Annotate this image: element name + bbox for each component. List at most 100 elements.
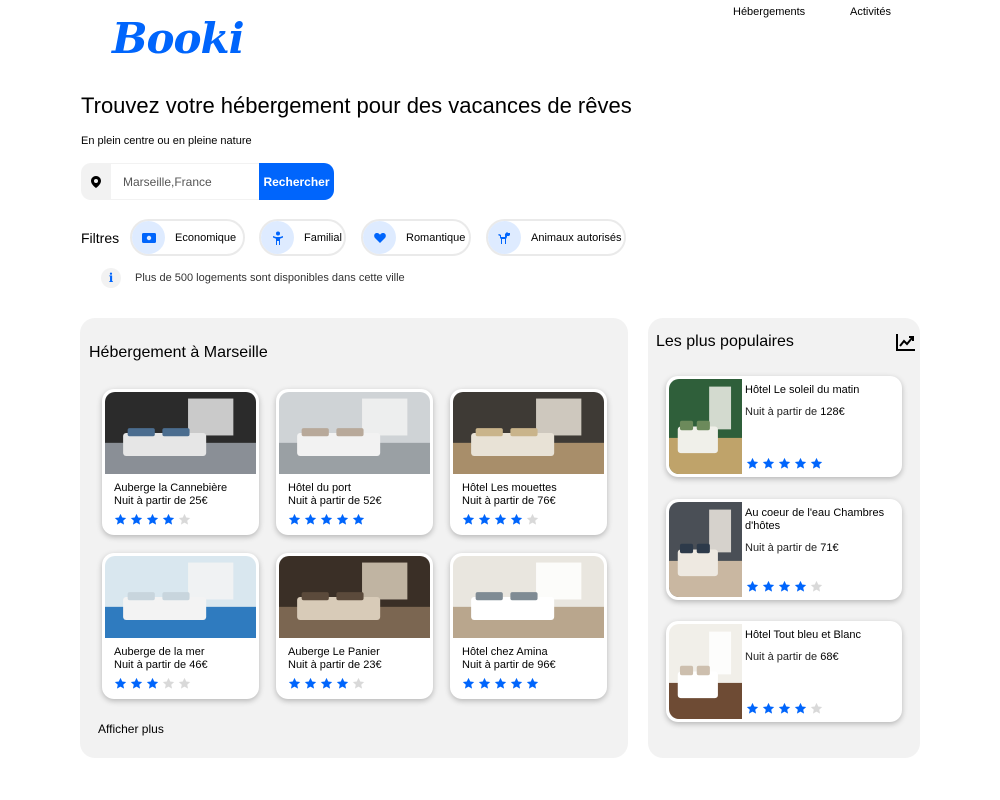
- star-filled-icon: [778, 702, 791, 714]
- filter-romantique[interactable]: Romantique: [361, 219, 471, 256]
- star-filled-icon: [146, 677, 159, 689]
- star-filled-icon: [510, 513, 523, 525]
- star-filled-icon: [304, 677, 317, 689]
- price-prefix: Nuit à partir de: [288, 659, 361, 671]
- star-empty-icon: [810, 702, 823, 714]
- star-filled-icon: [288, 513, 301, 525]
- star-empty-icon: [162, 677, 175, 689]
- popular-price: Nuit à partir de 128€: [745, 406, 845, 418]
- listing-card[interactable]: Hôtel chez Amina Nuit à partir de 96€: [450, 553, 607, 699]
- heart-icon: [363, 221, 396, 254]
- star-filled-icon: [478, 513, 491, 525]
- star-filled-icon: [510, 677, 523, 689]
- filter-familial[interactable]: Familial: [259, 219, 346, 256]
- price-prefix: Nuit à partir de: [114, 495, 187, 507]
- star-filled-icon: [130, 677, 143, 689]
- child-icon: [261, 221, 294, 254]
- money-icon: [132, 221, 165, 254]
- listing-card[interactable]: Auberge de la mer Nuit à partir de 46€: [102, 553, 259, 699]
- price-prefix: Nuit à partir de: [745, 651, 818, 663]
- nav-link-activites[interactable]: Activités: [850, 6, 891, 18]
- rating-stars: [746, 457, 823, 470]
- listing-name: Hôtel chez Amina: [462, 646, 548, 658]
- star-empty-icon: [178, 513, 191, 525]
- star-filled-icon: [746, 702, 759, 714]
- star-filled-icon: [778, 580, 791, 592]
- listing-price: Nuit à partir de 23€: [288, 659, 382, 671]
- popular-card[interactable]: Hôtel Tout bleu et Blanc Nuit à partir de…: [666, 621, 902, 722]
- listing-card[interactable]: Hôtel du port Nuit à partir de 52€: [276, 389, 433, 535]
- price-prefix: Nuit à partir de: [745, 406, 818, 418]
- availability-text: Plus de 500 logements sont disponibles d…: [135, 272, 405, 284]
- popular-name: Hôtel Tout bleu et Blanc: [745, 629, 861, 641]
- price-value: 71€: [820, 542, 839, 554]
- star-filled-icon: [478, 677, 491, 689]
- price-value: 96€: [537, 659, 556, 671]
- listing-card[interactable]: Auberge Le Panier Nuit à partir de 23€: [276, 553, 433, 699]
- filter-animaux[interactable]: Animaux autorisés: [486, 219, 626, 256]
- star-filled-icon: [320, 677, 333, 689]
- price-prefix: Nuit à partir de: [462, 495, 535, 507]
- star-filled-icon: [526, 677, 539, 689]
- search-input[interactable]: Marseille,France: [111, 163, 259, 200]
- listing-photo: [279, 392, 430, 474]
- rating-stars: [288, 513, 365, 526]
- listing-photo: [105, 392, 256, 474]
- popular-title: Les plus populaires: [656, 333, 794, 350]
- price-value: 52€: [363, 495, 382, 507]
- popular-card[interactable]: Au coeur de l'eau Chambres d'hôtes Nuit à…: [666, 499, 902, 600]
- popular-name: Hôtel Le soleil du matin: [745, 384, 860, 396]
- star-filled-icon: [462, 677, 475, 689]
- search-bar: Marseille,France Rechercher: [81, 163, 334, 200]
- listing-card[interactable]: Hôtel Les mouettes Nuit à partir de 76€: [450, 389, 607, 535]
- show-more-link[interactable]: Afficher plus: [98, 722, 164, 736]
- map-pin-icon: [81, 163, 111, 200]
- star-filled-icon: [762, 580, 775, 592]
- star-filled-icon: [130, 513, 143, 525]
- price-value: 46€: [189, 659, 208, 671]
- filter-label: Animaux autorisés: [531, 231, 622, 244]
- rating-stars: [746, 580, 823, 593]
- star-filled-icon: [288, 677, 301, 689]
- listing-price: Nuit à partir de 96€: [462, 659, 556, 671]
- page-subtitle: En plein centre ou en pleine nature: [81, 135, 252, 147]
- star-filled-icon: [810, 457, 823, 469]
- logo[interactable]: Booki: [112, 14, 245, 63]
- rating-stars: [462, 677, 539, 690]
- star-empty-icon: [810, 580, 823, 592]
- star-filled-icon: [462, 513, 475, 525]
- popular-card[interactable]: Hôtel Le soleil du matin Nuit à partir de…: [666, 376, 902, 477]
- star-filled-icon: [114, 677, 127, 689]
- popular-name: Au coeur de l'eau Chambres d'hôtes: [745, 507, 885, 532]
- rating-stars: [114, 513, 191, 526]
- listing-photo: [105, 556, 256, 638]
- star-filled-icon: [320, 513, 333, 525]
- star-filled-icon: [778, 457, 791, 469]
- price-prefix: Nuit à partir de: [114, 659, 187, 671]
- popular-photo: [669, 624, 742, 719]
- rating-stars: [288, 677, 365, 690]
- nav-link-hebergements[interactable]: Hébergements: [733, 6, 805, 18]
- listing-price: Nuit à partir de 25€: [114, 495, 208, 507]
- listing-card[interactable]: Auberge la Cannebière Nuit à partir de 25…: [102, 389, 259, 535]
- star-filled-icon: [794, 580, 807, 592]
- star-filled-icon: [336, 677, 349, 689]
- listing-name: Auberge la Cannebière: [114, 482, 228, 494]
- star-filled-icon: [114, 513, 127, 525]
- price-value: 68€: [820, 651, 839, 663]
- filter-label: Familial: [304, 231, 342, 244]
- listing-price: Nuit à partir de 52€: [288, 495, 382, 507]
- rating-stars: [746, 702, 823, 715]
- price-prefix: Nuit à partir de: [745, 542, 818, 554]
- filters-label: Filtres: [81, 230, 120, 246]
- trending-up-icon: [896, 333, 916, 356]
- listing-photo: [279, 556, 430, 638]
- main-nav: Hébergements Activités: [0, 6, 1000, 20]
- filter-economique[interactable]: Economique: [130, 219, 245, 256]
- search-button[interactable]: Rechercher: [259, 163, 334, 200]
- star-filled-icon: [336, 513, 349, 525]
- page-title: Trouvez votre hébergement pour des vacan…: [81, 93, 632, 118]
- star-filled-icon: [794, 457, 807, 469]
- listing-photo: [453, 556, 604, 638]
- star-filled-icon: [794, 702, 807, 714]
